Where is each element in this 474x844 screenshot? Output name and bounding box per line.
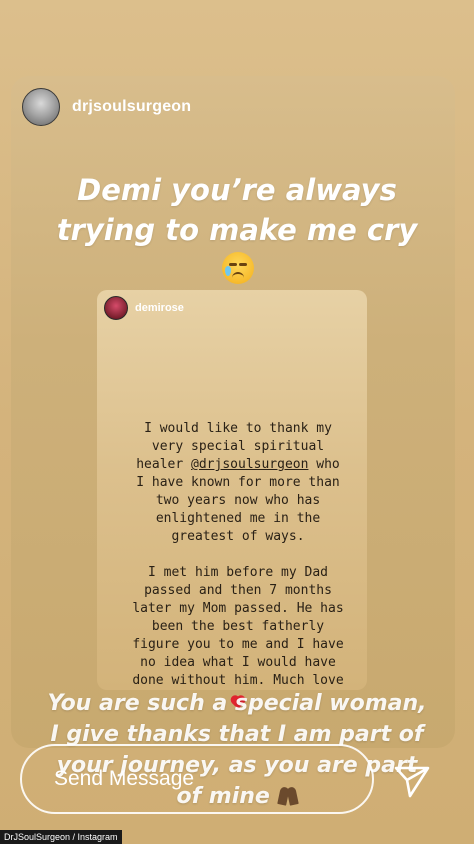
paragraph-1: I would like to thank my very special sp… xyxy=(136,421,340,544)
reshared-username[interactable]: demirose xyxy=(135,302,184,314)
reshared-story-header[interactable]: demirose xyxy=(104,296,184,320)
send-icon[interactable] xyxy=(392,760,432,800)
crying-face-icon xyxy=(222,252,254,284)
headline-line: trying to make me cry xyxy=(56,213,418,247)
paragraph-2: I met him before my Dad passed and then … xyxy=(132,565,344,688)
headline-line: Demi you’re always xyxy=(77,173,397,207)
reshared-avatar[interactable] xyxy=(104,296,128,320)
reshared-story-text: I would like to thank my very special sp… xyxy=(107,420,369,710)
mention-link[interactable]: @drjsoulsurgeon xyxy=(191,457,308,472)
photo-credit: DrJSoulSurgeon / Instagram xyxy=(0,830,122,844)
profile-avatar[interactable] xyxy=(22,88,60,126)
story-header[interactable]: drjsoulsurgeon xyxy=(22,87,191,127)
story-headline: Demi you’re always trying to make me cry xyxy=(20,170,454,250)
send-message-placeholder: Send Message xyxy=(54,767,195,790)
story-username[interactable]: drjsoulsurgeon xyxy=(72,98,191,116)
send-message-input[interactable]: Send Message xyxy=(20,744,374,814)
